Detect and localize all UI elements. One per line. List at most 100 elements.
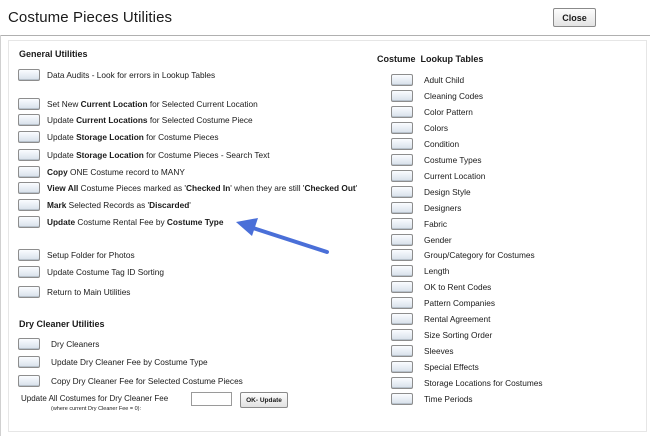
lookup-color-pattern-label: Color Pattern xyxy=(424,107,473,117)
general-copy-one-costume-record-to-many-button[interactable] xyxy=(18,166,40,178)
label-part: Costume Pieces marked as ' xyxy=(78,183,187,193)
general-update-costume-tag-id-sorting-button[interactable] xyxy=(18,266,40,278)
general-update-costume-rental-fee-by-costume-type-row: Update Costume Rental Fee by Costume Typ… xyxy=(18,215,223,229)
lookup-adult-child-label: Adult Child xyxy=(424,75,465,85)
dry-copy-dry-cleaner-fee-for-selected-costume-pieces-label: Copy Dry Cleaner Fee for Selected Costum… xyxy=(51,376,243,386)
dry-copy-dry-cleaner-fee-for-selected-costume-pieces-button[interactable] xyxy=(18,375,40,387)
lookup-design-style-row: Design Style xyxy=(391,185,471,199)
lookup-ok-to-rent-codes-row: OK to Rent Codes xyxy=(391,280,491,294)
arrow-head xyxy=(236,218,258,236)
label-part: Setup Folder for Photos xyxy=(47,250,135,260)
dry-dry-cleaners-row: Dry Cleaners xyxy=(18,337,99,351)
lookup-length-row: Length xyxy=(391,264,449,278)
general-return-to-main-utilities-button[interactable] xyxy=(18,286,40,298)
lookup-group-category-for-costumes-button[interactable] xyxy=(391,249,413,261)
label-part: ' xyxy=(189,200,191,210)
general-data-audits-look-for-errors-in-lookup-tables-label: Data Audits - Look for errors in Lookup … xyxy=(47,70,215,80)
lookup-cleaning-codes-row: Cleaning Codes xyxy=(391,89,483,103)
label-part: Data Audits - Look for errors in Lookup … xyxy=(47,70,216,80)
lookup-fabric-row: Fabric xyxy=(391,217,447,231)
label-part: Selected Records as ' xyxy=(66,200,150,210)
lookup-current-location-button[interactable] xyxy=(391,170,413,182)
general-update-costume-tag-id-sorting-row: Update Costume Tag ID Sorting xyxy=(18,265,164,279)
general-view-all-costume-pieces-marked-as-checked-in-when-they-are-still-checked-out-button[interactable] xyxy=(18,182,40,194)
general-view-all-costume-pieces-marked-as-checked-in-when-they-are-still-checked-out-row: View All Costume Pieces marked as 'Check… xyxy=(18,181,357,195)
dry-dry-cleaners-label: Dry Cleaners xyxy=(51,339,100,349)
lookup-colors-label: Colors xyxy=(424,123,448,133)
lookup-color-pattern-button[interactable] xyxy=(391,106,413,118)
lookup-designers-button[interactable] xyxy=(391,202,413,214)
label-part: Update xyxy=(47,115,77,125)
label-part: Storage Location xyxy=(76,150,144,160)
lookup-size-sorting-order-label: Size Sorting Order xyxy=(424,330,493,340)
lookup-colors-button[interactable] xyxy=(391,122,413,134)
lookup-cleaning-codes-label: Cleaning Codes xyxy=(424,91,484,101)
label-part: View All xyxy=(47,183,79,193)
general-data-audits-look-for-errors-in-lookup-tables-button[interactable] xyxy=(18,69,40,81)
lookup-current-location-label: Current Location xyxy=(424,171,486,181)
lookup-length-button[interactable] xyxy=(391,265,413,277)
lookup-sleeves-button[interactable] xyxy=(391,345,413,357)
general-set-new-current-location-for-selected-current-location-button[interactable] xyxy=(18,98,40,110)
label-part: Update Costume Tag ID Sorting xyxy=(47,267,164,277)
dry-update-dry-cleaner-fee-by-costume-type-button[interactable] xyxy=(18,356,40,368)
general-update-storage-location-for-costume-pieces-search-text-button[interactable] xyxy=(18,149,40,161)
lookup-gender-row: Gender xyxy=(391,233,452,247)
arrow-shaft xyxy=(248,225,329,254)
label-part: ' xyxy=(355,183,358,193)
label-part: ' when they are still ' xyxy=(230,183,305,193)
general-set-new-current-location-for-selected-current-location-row: Set New Current Location for Selected Cu… xyxy=(18,97,258,111)
lookup-colors-row: Colors xyxy=(391,121,448,135)
lookup-rental-agreement-button[interactable] xyxy=(391,313,413,325)
lookup-costume-types-label: Costume Types xyxy=(424,155,482,165)
label-part: Update xyxy=(47,132,77,142)
dry-update-dry-cleaner-fee-by-costume-type-label: Update Dry Cleaner Fee by Costume Type xyxy=(51,357,208,367)
lookup-pattern-companies-button[interactable] xyxy=(391,297,413,309)
dry-update-dry-cleaner-fee-by-costume-type-row: Update Dry Cleaner Fee by Costume Type xyxy=(18,355,208,369)
general-view-all-costume-pieces-marked-as-checked-in-when-they-are-still-checked-out-label: View All Costume Pieces marked as 'Check… xyxy=(47,183,357,193)
lookup-time-periods-button[interactable] xyxy=(391,393,413,405)
label-part: Return to Main Utilities xyxy=(47,287,131,297)
lookup-gender-button[interactable] xyxy=(391,234,413,246)
general-copy-one-costume-record-to-many-label: Copy ONE Costume record to MANY xyxy=(47,167,185,177)
lookup-costume-types-button[interactable] xyxy=(391,154,413,166)
label-part: Current Location xyxy=(80,99,148,109)
label-part: Costume Type xyxy=(166,217,224,227)
label-part: Discarded xyxy=(149,200,190,210)
dry-copy-dry-cleaner-fee-for-selected-costume-pieces-row: Copy Dry Cleaner Fee for Selected Costum… xyxy=(18,374,243,388)
dry-dry-cleaners-button[interactable] xyxy=(18,338,40,350)
lookup-adult-child-button[interactable] xyxy=(391,74,413,86)
general-setup-folder-for-photos-row: Setup Folder for Photos xyxy=(18,248,135,262)
label-part: Update xyxy=(47,217,76,227)
general-update-costume-rental-fee-by-costume-type-button[interactable] xyxy=(18,216,40,228)
lookup-designers-label: Designers xyxy=(424,203,462,213)
lookup-design-style-button[interactable] xyxy=(391,186,413,198)
general-update-storage-location-for-costume-pieces-button[interactable] xyxy=(18,131,40,143)
general-copy-one-costume-record-to-many-row: Copy ONE Costume record to MANY xyxy=(18,165,185,179)
lookup-condition-row: Condition xyxy=(391,137,459,151)
lookup-ok-to-rent-codes-button[interactable] xyxy=(391,281,413,293)
lookup-group-category-for-costumes-label: Group/Category for Costumes xyxy=(424,250,535,260)
general-update-current-locations-for-selected-costume-piece-button[interactable] xyxy=(18,114,40,126)
lookup-special-effects-button[interactable] xyxy=(391,361,413,373)
general-mark-selected-records-as-discarded-button[interactable] xyxy=(18,199,40,211)
lookup-fabric-button[interactable] xyxy=(391,218,413,230)
general-setup-folder-for-photos-button[interactable] xyxy=(18,249,40,261)
lookup-condition-button[interactable] xyxy=(391,138,413,150)
lookup-sleeves-row: Sleeves xyxy=(391,344,454,358)
lookup-size-sorting-order-button[interactable] xyxy=(391,329,413,341)
label-part: Checked In xyxy=(186,183,231,193)
label-part: Storage Location xyxy=(76,132,144,142)
lookup-special-effects-row: Special Effects xyxy=(391,360,479,374)
lookup-group-category-for-costumes-row: Group/Category for Costumes xyxy=(391,248,535,262)
label-part: Current Locations xyxy=(76,115,148,125)
lookup-cleaning-codes-button[interactable] xyxy=(391,90,413,102)
lookup-fabric-label: Fabric xyxy=(424,219,448,229)
lookup-sleeves-label: Sleeves xyxy=(424,346,454,356)
general-update-current-locations-for-selected-costume-piece-label: Update Current Locations for Selected Co… xyxy=(47,115,253,125)
lookup-costume-types-row: Costume Types xyxy=(391,153,482,167)
label-part: Mark xyxy=(47,200,67,210)
general-set-new-current-location-for-selected-current-location-label: Set New Current Location for Selected Cu… xyxy=(47,99,258,109)
lookup-storage-locations-for-costumes-button[interactable] xyxy=(391,377,413,389)
lookup-ok-to-rent-codes-label: OK to Rent Codes xyxy=(424,282,492,292)
